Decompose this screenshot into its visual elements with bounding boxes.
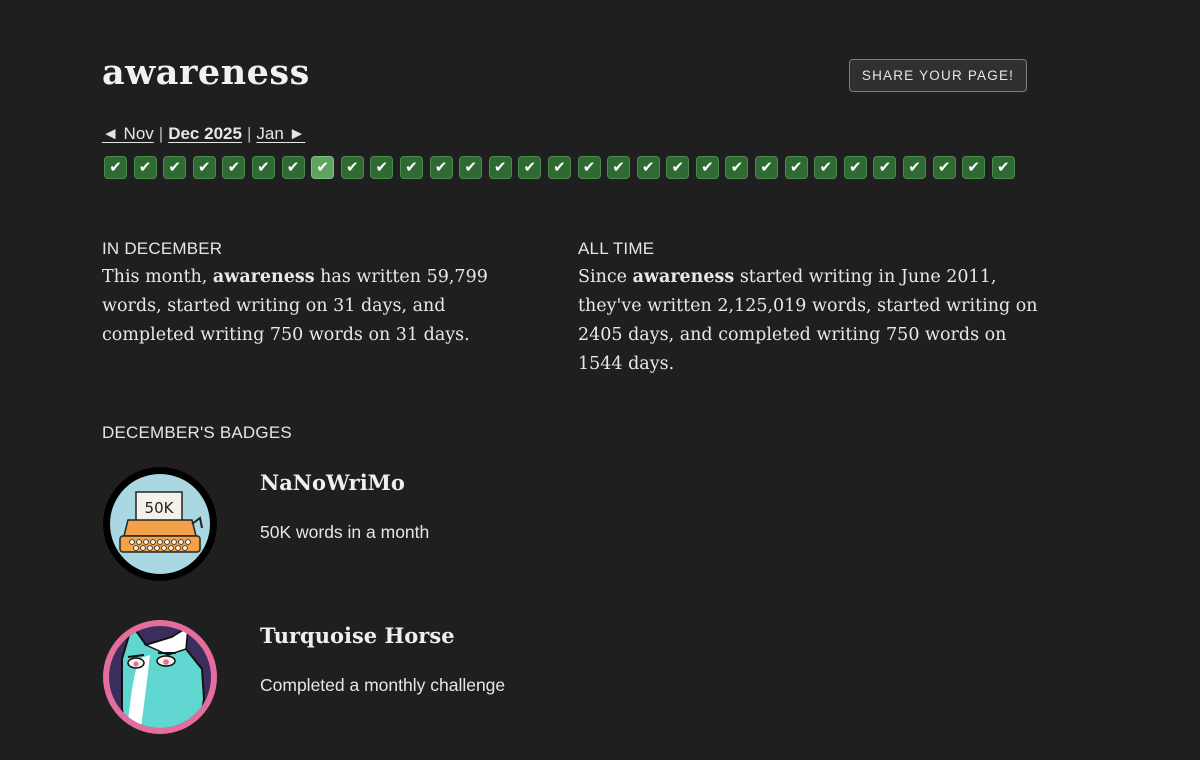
nav-separator: |: [246, 124, 252, 143]
month-navigation: ◄ Nov | Dec 2025 | Jan ►: [102, 124, 305, 144]
day-check-9[interactable]: ✔: [340, 156, 364, 179]
badge-description: Completed a monthly challenge: [260, 675, 506, 695]
badge-image-text: 50K: [145, 499, 175, 517]
next-month-link[interactable]: Jan ►: [256, 124, 305, 143]
day-check-13[interactable]: ✔: [459, 156, 483, 179]
day-calendar-strip: ✔ ✔ ✔ ✔ ✔ ✔ ✔ ✔ ✔ ✔ ✔ ✔ ✔ ✔ ✔ ✔ ✔ ✔ ✔ ✔ ✔ ✔ ✔ ✔ ✔ ✔ ✔ ✔ ✔ ✔ ✔: [104, 156, 1021, 179]
day-check-3[interactable]: ✔: [163, 156, 187, 179]
day-check-2[interactable]: ✔: [133, 156, 157, 179]
day-check-10[interactable]: ✔: [370, 156, 394, 179]
badge-title: NaNoWriMo: [260, 470, 405, 495]
day-check-22[interactable]: ✔: [725, 156, 749, 179]
alltime-stats-prefix: Since: [578, 267, 633, 287]
day-check-31[interactable]: ✔: [991, 156, 1015, 179]
day-check-8[interactable]: ✔: [311, 156, 335, 179]
current-month-link[interactable]: Dec 2025: [168, 124, 242, 143]
day-check-16[interactable]: ✔: [547, 156, 571, 179]
day-check-29[interactable]: ✔: [932, 156, 956, 179]
day-check-25[interactable]: ✔: [814, 156, 838, 179]
nav-separator: |: [158, 124, 164, 143]
day-check-24[interactable]: ✔: [784, 156, 808, 179]
typewriter-icon[interactable]: 50K: [102, 466, 218, 582]
day-check-1[interactable]: ✔: [104, 156, 127, 179]
prev-month-link[interactable]: ◄ Nov: [102, 124, 154, 143]
day-check-14[interactable]: ✔: [488, 156, 512, 179]
day-check-7[interactable]: ✔: [281, 156, 305, 179]
horse-icon[interactable]: [102, 619, 218, 735]
share-page-button[interactable]: SHARE YOUR PAGE!: [849, 59, 1027, 92]
alltime-stats-text: Since awareness started writing in June …: [578, 263, 1038, 379]
badge-title: Turquoise Horse: [260, 623, 455, 648]
day-check-11[interactable]: ✔: [399, 156, 423, 179]
profile-page: awareness SHARE YOUR PAGE! ◄ Nov | Dec 202…: [0, 0, 1200, 760]
page-title: awareness: [102, 52, 310, 93]
alltime-stats-heading: ALL TIME: [578, 239, 655, 258]
day-check-28[interactable]: ✔: [903, 156, 927, 179]
day-check-6[interactable]: ✔: [251, 156, 275, 179]
month-stats-heading: IN DECEMBER: [102, 239, 223, 258]
badges-heading: DECEMBER'S BADGES: [102, 423, 292, 442]
day-check-21[interactable]: ✔: [695, 156, 719, 179]
day-check-5[interactable]: ✔: [222, 156, 246, 179]
day-check-15[interactable]: ✔: [518, 156, 542, 179]
day-check-18[interactable]: ✔: [607, 156, 631, 179]
day-check-12[interactable]: ✔: [429, 156, 453, 179]
day-check-19[interactable]: ✔: [636, 156, 660, 179]
day-check-30[interactable]: ✔: [962, 156, 986, 179]
badge-description: 50K words in a month: [260, 522, 430, 542]
day-check-26[interactable]: ✔: [843, 156, 867, 179]
day-check-4[interactable]: ✔: [192, 156, 216, 179]
day-check-20[interactable]: ✔: [666, 156, 690, 179]
month-stats-username: awareness: [212, 267, 315, 287]
day-check-23[interactable]: ✔: [755, 156, 779, 179]
day-check-17[interactable]: ✔: [577, 156, 601, 179]
alltime-stats-username: awareness: [632, 267, 735, 287]
month-stats-prefix: This month,: [102, 267, 213, 287]
day-check-27[interactable]: ✔: [873, 156, 897, 179]
month-stats-text: This month, awareness has written 59,799…: [102, 263, 522, 350]
